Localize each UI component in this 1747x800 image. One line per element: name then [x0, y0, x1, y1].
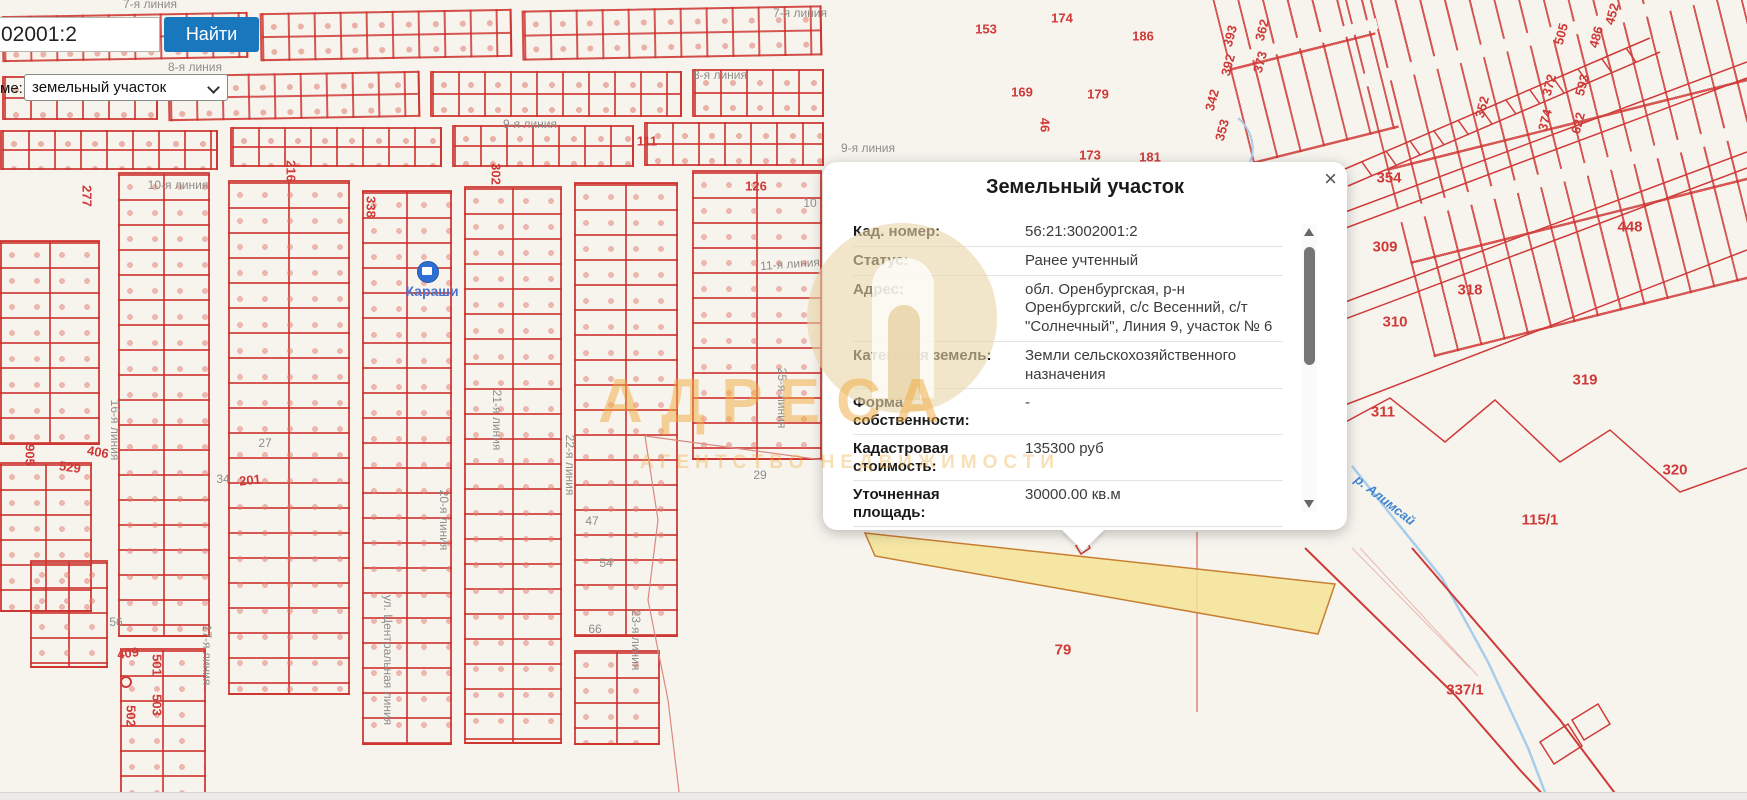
popup-row-value: Ранее учтенный — [1025, 252, 1283, 271]
scrollbar-thumb[interactable] — [1304, 247, 1315, 365]
popup-row: Кадастровая стоимость: 135300 руб — [853, 435, 1283, 481]
map-label: 319 — [1572, 373, 1597, 388]
parcel-block — [692, 170, 822, 460]
map-label: 115/1 — [1522, 513, 1559, 528]
parcel-block — [0, 130, 218, 170]
slanted-parcel-field — [1205, 0, 1399, 164]
cadastral-map-app: 7-я линия7-я линия8-я линия8-я линия9-я … — [0, 0, 1747, 800]
popup-row-label: Форма собственности: — [853, 394, 993, 430]
poi-marker[interactable] — [417, 261, 439, 283]
layer-select-value: земельный участок — [32, 79, 166, 96]
parcel-block — [0, 240, 100, 445]
parcel-block — [120, 648, 206, 800]
map-label: 186 — [1132, 30, 1154, 43]
parcel-block — [452, 125, 634, 167]
map-label: 169 — [1011, 86, 1033, 99]
parcel-block — [430, 71, 682, 117]
popup-row-label: Кадастровая стоимость: — [853, 440, 993, 476]
river-line — [1352, 466, 1548, 800]
popup-rows: Кад. номер: 56:21:3002001:2 Статус: Ранее у… — [853, 218, 1283, 530]
popup-row-value: - — [1025, 394, 1283, 430]
parcel-info-popup: × Земельный участок Кад. номер: 56:21:300… — [823, 162, 1347, 530]
map-label: 29 — [753, 469, 766, 481]
popup-row: Адрес: обл. Оренбургская, р-н Оренбургски… — [853, 276, 1283, 342]
popup-row-value: 56:21:3002001:2 — [1025, 223, 1283, 242]
popup-row-value: 135300 руб — [1025, 440, 1283, 476]
search-input[interactable] — [0, 17, 160, 52]
scroll-up-icon[interactable] — [1304, 228, 1314, 236]
popup-row: Форма собственности:- — [853, 389, 1283, 435]
map-label: 309 — [1372, 240, 1397, 255]
parcel-block — [522, 5, 823, 60]
map-label: 9-я линия — [841, 142, 895, 154]
parcel-block — [118, 172, 210, 637]
popup-pointer — [1061, 529, 1105, 551]
parcel-block — [464, 186, 562, 744]
parcel-block — [260, 9, 513, 61]
map-label: 342 — [1203, 88, 1221, 112]
map-label: 320 — [1662, 463, 1687, 478]
parcel-block — [692, 69, 824, 117]
close-icon[interactable]: × — [1324, 168, 1337, 190]
scroll-down-icon[interactable] — [1304, 500, 1314, 508]
parcel-block — [574, 182, 678, 637]
parcel-block — [574, 650, 660, 745]
find-button[interactable]: Найти — [164, 17, 259, 52]
map-label: 311 — [1371, 405, 1395, 420]
parcel-block — [228, 180, 350, 695]
map-label: 174 — [1051, 12, 1073, 25]
map-label: 173 — [1079, 149, 1101, 162]
parcel-block — [230, 127, 442, 167]
poi-icon — [422, 267, 432, 275]
map-label: 7-я линия — [123, 0, 177, 10]
map-label: 179 — [1087, 88, 1109, 101]
map-label: 406 — [86, 444, 110, 461]
popup-row-label: Адрес: — [853, 281, 993, 337]
bottom-strip — [0, 792, 1747, 800]
popup-scrollbar[interactable] — [1302, 224, 1317, 512]
map-label: 277 — [81, 185, 94, 207]
map-label: 153 — [975, 23, 997, 36]
map-label: 8-я линия — [168, 61, 222, 73]
map-label: 337/1 — [1446, 683, 1484, 698]
popup-row-label: Кад. номер: — [853, 223, 993, 242]
popup-row-value: 30000.00 кв.м — [1025, 486, 1283, 522]
popup-row: Статус: Ранее учтенный — [853, 247, 1283, 276]
popup-row: Категория земель: Земли сельскохозяйствен… — [853, 342, 1283, 390]
map-label: 353 — [1213, 118, 1231, 142]
map-label: 79 — [1055, 643, 1072, 658]
map-label: 310 — [1382, 315, 1407, 330]
popup-row: Кад. номер: 56:21:3002001:2 — [853, 218, 1283, 247]
popup-title: Земельный участок — [823, 176, 1347, 199]
popup-row-value: обл. Оренбургская, р-н Оренбургский, с/с… — [1025, 281, 1283, 337]
popup-row-label: Уточненная площадь: — [853, 486, 993, 522]
layer-select[interactable]: земельный участок — [24, 74, 228, 101]
chevron-down-icon — [207, 81, 220, 94]
type-label: ме: — [0, 80, 23, 97]
popup-row-value: Земли сельскохозяйственного назначения — [1025, 347, 1283, 385]
map-label: 46 — [1039, 118, 1052, 132]
parcel-block — [644, 122, 824, 166]
slanted-parcel-field — [1330, 0, 1747, 357]
popup-row-label: Категория земель: — [853, 347, 993, 385]
popup-row-label: Статус: — [853, 252, 993, 271]
popup-row: Уточненная площадь: 30000.00 кв.м — [853, 481, 1283, 527]
map-label: р. Алимсай — [1352, 473, 1417, 528]
parcel-block — [30, 560, 108, 668]
